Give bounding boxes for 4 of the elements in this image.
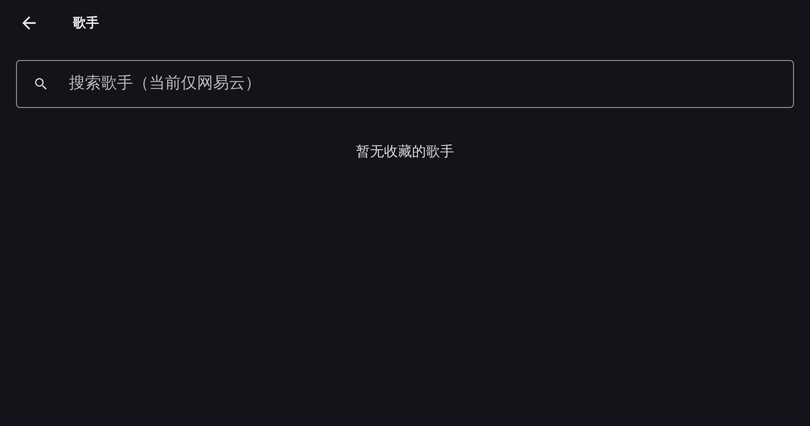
page-title: 歌手 (73, 14, 99, 32)
search-icon (33, 76, 49, 92)
search-field[interactable]: 搜索歌手（当前仅网易云） (16, 60, 794, 108)
empty-message: 暂无收藏的歌手 (356, 142, 454, 161)
